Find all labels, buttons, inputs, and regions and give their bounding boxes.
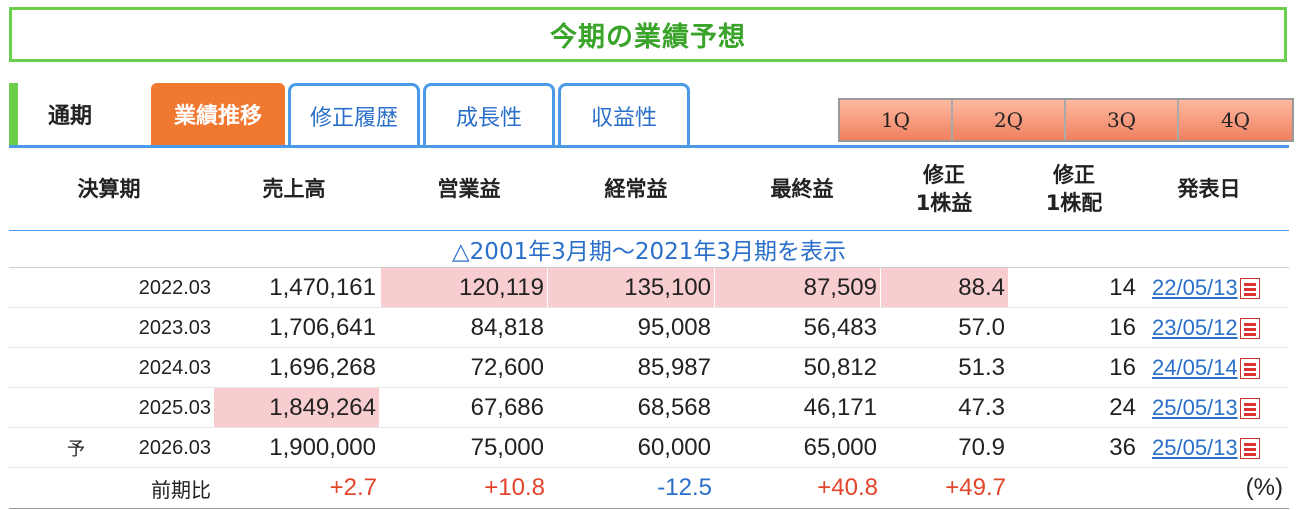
header-sales: 売上高	[262, 177, 326, 201]
show-older-periods-link[interactable]: △2001年3月期～2021年3月期を表示	[9, 231, 1289, 267]
row-ordinary-profit: 95,008	[637, 314, 711, 341]
row-operating-profit: 84,818	[470, 314, 544, 341]
pdf-icon[interactable]	[1239, 317, 1260, 339]
header-ordinary-profit: 経常益	[604, 177, 668, 201]
row-ordinary-profit: 68,568	[637, 394, 711, 421]
header-eps-top: 修正	[923, 163, 965, 187]
row-net-profit: 56,483	[803, 314, 877, 341]
header-eps: 修正 1株益	[889, 148, 999, 230]
row-period: 2024.03	[138, 356, 211, 379]
row-dividend: 14	[1109, 274, 1136, 301]
page-title: 今期の業績予想	[550, 22, 746, 53]
row-sales: 1,696,268	[269, 354, 376, 381]
comparison-ordinary-profit: -12.5	[657, 474, 712, 501]
row-dividend: 36	[1109, 434, 1136, 461]
comparison-label: 前期比	[151, 479, 211, 502]
tab-profitability[interactable]: 収益性	[558, 83, 690, 145]
comparison-sales: +2.7	[329, 474, 377, 501]
row-dividend: 24	[1109, 394, 1136, 421]
announce-date-link[interactable]: 23/05/12	[1152, 315, 1238, 341]
table-header: 決算期 売上高 営業益 経常益 最終益 修正 1株益 修正 1株配 発表日	[9, 148, 1289, 230]
comparison-eps: +49.7	[945, 474, 1006, 501]
tab-revision-history[interactable]: 修正履歴	[288, 83, 420, 145]
row-period: 2025.03	[138, 396, 211, 419]
row-operating-profit: 72,600	[470, 354, 544, 381]
row-announce-date: 24/05/14	[1152, 348, 1289, 388]
table-row: 2023.03 1,706,641 84,818 95,008 56,483 57.0 16…	[9, 308, 1289, 348]
announce-date-link[interactable]: 25/05/13	[1152, 395, 1238, 421]
row-eps: 70.9	[958, 434, 1005, 461]
row-eps: 51.3	[958, 354, 1005, 381]
row-net-profit: 65,000	[803, 434, 877, 461]
row-period: 2026.03	[138, 436, 211, 459]
quarter-button-1q[interactable]: 1Q	[840, 100, 953, 140]
table-row: 2025.03 1,849,264 67,686 68,568 46,171 47.3 24…	[9, 388, 1289, 428]
header-dividend-bottom: 1株配	[1045, 191, 1103, 215]
tab-performance[interactable]: 業績推移	[151, 83, 285, 145]
quarter-button-4q[interactable]: 4Q	[1179, 100, 1292, 140]
row-period: 2023.03	[138, 316, 211, 339]
row-sales: 1,900,000	[269, 434, 376, 461]
row-announce-date: 22/05/13	[1152, 268, 1289, 308]
row-operating-profit: 120,119	[381, 268, 547, 308]
table-row: 予 2026.03 1,900,000 75,000 60,000 65,000 70.9 3…	[9, 428, 1289, 468]
row-announce-date: 25/05/13	[1152, 428, 1289, 468]
comparison-net-profit: +40.8	[817, 474, 878, 501]
header-eps-bottom: 1株益	[915, 191, 973, 215]
row-dividend: 16	[1109, 314, 1136, 341]
row-announce-date: 25/05/13	[1152, 388, 1289, 428]
row-ordinary-profit: 85,987	[637, 354, 711, 381]
row-period: 2022.03	[138, 276, 211, 299]
announce-date-link[interactable]: 25/05/13	[1152, 435, 1238, 461]
header-dividend-top: 修正	[1053, 163, 1095, 187]
row-net-profit: 46,171	[803, 394, 877, 421]
page-title-box: 今期の業績予想	[9, 7, 1287, 62]
pdf-icon[interactable]	[1239, 357, 1260, 379]
row-net-profit: 50,812	[803, 354, 877, 381]
pdf-icon[interactable]	[1239, 397, 1260, 419]
tab-period-label: 通期	[9, 83, 148, 145]
forecast-marker: 予	[67, 439, 85, 460]
tab-bar: 通期 業績推移 修正履歴 成長性 収益性 1Q 2Q 3Q 4Q	[9, 83, 1294, 145]
row-ordinary-profit: 135,100	[548, 268, 714, 308]
table-row: 2022.03 1,470,161 120,119 135,100 87,509 88.4…	[9, 268, 1289, 308]
header-operating-profit: 営業益	[437, 177, 501, 201]
row-operating-profit: 75,000	[470, 434, 544, 461]
row-ordinary-profit: 60,000	[637, 434, 711, 461]
comparison-operating-profit: +10.8	[484, 474, 545, 501]
table-bottom-border	[9, 508, 1289, 509]
comparison-row: 前期比 +2.7 +10.8 -12.5 +40.8 +49.7 (%)	[9, 468, 1289, 508]
tab-growth[interactable]: 成長性	[423, 83, 555, 145]
row-eps: 57.0	[958, 314, 1005, 341]
row-sales: 1,706,641	[269, 314, 376, 341]
header-period: 決算期	[77, 177, 141, 201]
announce-date-link[interactable]: 22/05/13	[1152, 275, 1238, 301]
pdf-icon[interactable]	[1239, 277, 1260, 299]
announce-date-link[interactable]: 24/05/14	[1152, 355, 1238, 381]
row-eps: 88.4	[881, 268, 1008, 308]
header-net-profit: 最終益	[770, 177, 834, 201]
row-sales: 1,849,264	[214, 388, 379, 428]
quarter-button-2q[interactable]: 2Q	[953, 100, 1066, 140]
header-dividend: 修正 1株配	[1019, 148, 1129, 230]
table-row: 2024.03 1,696,268 72,600 85,987 50,812 51.3 16…	[9, 348, 1289, 388]
row-sales: 1,470,161	[269, 274, 376, 301]
row-announce-date: 23/05/12	[1152, 308, 1289, 348]
pdf-icon[interactable]	[1239, 437, 1260, 459]
comparison-unit: (%)	[1245, 474, 1283, 501]
quarter-buttons: 1Q 2Q 3Q 4Q	[838, 98, 1294, 142]
quarter-button-3q[interactable]: 3Q	[1066, 100, 1179, 140]
row-net-profit: 87,509	[715, 268, 880, 308]
header-date: 発表日	[1177, 177, 1241, 201]
row-operating-profit: 67,686	[470, 394, 544, 421]
row-dividend: 16	[1109, 354, 1136, 381]
row-eps: 47.3	[958, 394, 1005, 421]
